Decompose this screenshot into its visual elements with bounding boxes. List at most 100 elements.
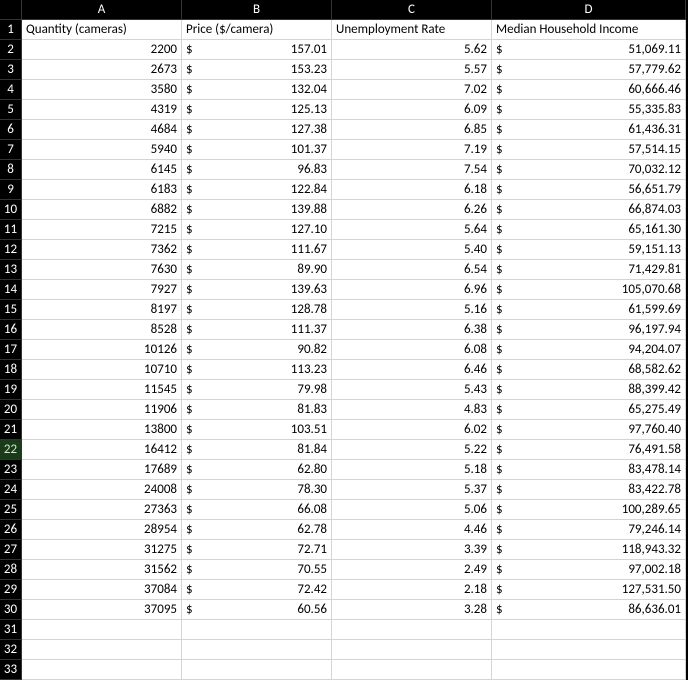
col-header-C[interactable]: C [332, 0, 492, 20]
cell-C19[interactable]: 5.43 [332, 380, 492, 400]
cell-A3[interactable]: 2673 [22, 60, 182, 80]
cell-B21[interactable]: $103.51 [182, 420, 332, 440]
cell-A8[interactable]: 6145 [22, 160, 182, 180]
cell-B26[interactable]: $62.78 [182, 520, 332, 540]
cell-D19[interactable]: $88,399.42 [492, 380, 686, 400]
cell-B14[interactable]: $139.63 [182, 280, 332, 300]
cell-B20[interactable]: $81.83 [182, 400, 332, 420]
row-header-31[interactable]: 31 [0, 620, 22, 640]
cell-A20[interactable]: 11906 [22, 400, 182, 420]
cell-B3[interactable]: $153.23 [182, 60, 332, 80]
cell-D22[interactable]: $76,491.58 [492, 440, 686, 460]
row-header-19[interactable]: 19 [0, 380, 22, 400]
row-header-15[interactable]: 15 [0, 300, 22, 320]
cell-A23[interactable]: 17689 [22, 460, 182, 480]
cell-C2[interactable]: 5.62 [332, 40, 492, 60]
cell-C10[interactable]: 6.26 [332, 200, 492, 220]
cell-C18[interactable]: 6.46 [332, 360, 492, 380]
cell-B18[interactable]: $113.23 [182, 360, 332, 380]
row-header-33[interactable]: 33 [0, 660, 22, 680]
cell-D27[interactable]: $118,943.32 [492, 540, 686, 560]
cell-C12[interactable]: 5.40 [332, 240, 492, 260]
cell-C1[interactable]: Unemployment Rate [332, 20, 492, 40]
cell-D8[interactable]: $70,032.12 [492, 160, 686, 180]
cell-D33[interactable] [492, 660, 686, 680]
cell-A15[interactable]: 8197 [22, 300, 182, 320]
cell-B13[interactable]: $89.90 [182, 260, 332, 280]
cell-A9[interactable]: 6183 [22, 180, 182, 200]
cell-D6[interactable]: $61,436.31 [492, 120, 686, 140]
row-header-4[interactable]: 4 [0, 80, 22, 100]
cell-B27[interactable]: $72.71 [182, 540, 332, 560]
cell-B12[interactable]: $111.67 [182, 240, 332, 260]
cell-D21[interactable]: $97,760.40 [492, 420, 686, 440]
cell-B30[interactable]: $60.56 [182, 600, 332, 620]
cell-D20[interactable]: $65,275.49 [492, 400, 686, 420]
spreadsheet-grid[interactable]: ABCD1Quantity (cameras)Price ($/camera)U… [0, 0, 688, 680]
cell-C9[interactable]: 6.18 [332, 180, 492, 200]
row-header-5[interactable]: 5 [0, 100, 22, 120]
row-header-11[interactable]: 11 [0, 220, 22, 240]
row-header-17[interactable]: 17 [0, 340, 22, 360]
row-header-29[interactable]: 29 [0, 580, 22, 600]
cell-B6[interactable]: $127.38 [182, 120, 332, 140]
cell-D26[interactable]: $79,246.14 [492, 520, 686, 540]
cell-A7[interactable]: 5940 [22, 140, 182, 160]
cell-B25[interactable]: $66.08 [182, 500, 332, 520]
cell-C26[interactable]: 4.46 [332, 520, 492, 540]
cell-C21[interactable]: 6.02 [332, 420, 492, 440]
cell-D11[interactable]: $65,161.30 [492, 220, 686, 240]
cell-B1[interactable]: Price ($/camera) [182, 20, 332, 40]
row-header-8[interactable]: 8 [0, 160, 22, 180]
cell-C24[interactable]: 5.37 [332, 480, 492, 500]
cell-D30[interactable]: $86,636.01 [492, 600, 686, 620]
cell-C3[interactable]: 5.57 [332, 60, 492, 80]
cell-A2[interactable]: 2200 [22, 40, 182, 60]
cell-D13[interactable]: $71,429.81 [492, 260, 686, 280]
cell-B11[interactable]: $127.10 [182, 220, 332, 240]
cell-C29[interactable]: 2.18 [332, 580, 492, 600]
cell-A14[interactable]: 7927 [22, 280, 182, 300]
cell-B4[interactable]: $132.04 [182, 80, 332, 100]
cell-C33[interactable] [332, 660, 492, 680]
cell-C31[interactable] [332, 620, 492, 640]
cell-C6[interactable]: 6.85 [332, 120, 492, 140]
cell-C8[interactable]: 7.54 [332, 160, 492, 180]
cell-B16[interactable]: $111.37 [182, 320, 332, 340]
cell-A28[interactable]: 31562 [22, 560, 182, 580]
cell-D16[interactable]: $96,197.94 [492, 320, 686, 340]
row-header-32[interactable]: 32 [0, 640, 22, 660]
cell-C25[interactable]: 5.06 [332, 500, 492, 520]
row-header-24[interactable]: 24 [0, 480, 22, 500]
cell-C11[interactable]: 5.64 [332, 220, 492, 240]
row-header-16[interactable]: 16 [0, 320, 22, 340]
cell-B8[interactable]: $96.83 [182, 160, 332, 180]
row-header-18[interactable]: 18 [0, 360, 22, 380]
cell-A32[interactable] [22, 640, 182, 660]
cell-B5[interactable]: $125.13 [182, 100, 332, 120]
cell-D31[interactable] [492, 620, 686, 640]
cell-B19[interactable]: $79.98 [182, 380, 332, 400]
col-header-D[interactable]: D [492, 0, 686, 20]
row-header-6[interactable]: 6 [0, 120, 22, 140]
cell-B15[interactable]: $128.78 [182, 300, 332, 320]
cell-A10[interactable]: 6882 [22, 200, 182, 220]
row-header-12[interactable]: 12 [0, 240, 22, 260]
cell-D23[interactable]: $83,478.14 [492, 460, 686, 480]
cell-C22[interactable]: 5.22 [332, 440, 492, 460]
cell-C4[interactable]: 7.02 [332, 80, 492, 100]
cell-A19[interactable]: 11545 [22, 380, 182, 400]
cell-C23[interactable]: 5.18 [332, 460, 492, 480]
cell-A11[interactable]: 7215 [22, 220, 182, 240]
cell-D14[interactable]: $105,070.68 [492, 280, 686, 300]
cell-A33[interactable] [22, 660, 182, 680]
cell-B28[interactable]: $70.55 [182, 560, 332, 580]
cell-B23[interactable]: $62.80 [182, 460, 332, 480]
cell-A25[interactable]: 27363 [22, 500, 182, 520]
cell-C14[interactable]: 6.96 [332, 280, 492, 300]
cell-C5[interactable]: 6.09 [332, 100, 492, 120]
col-header-A[interactable]: A [22, 0, 182, 20]
cell-A24[interactable]: 24008 [22, 480, 182, 500]
cell-A1[interactable]: Quantity (cameras) [22, 20, 182, 40]
cell-D9[interactable]: $56,651.79 [492, 180, 686, 200]
